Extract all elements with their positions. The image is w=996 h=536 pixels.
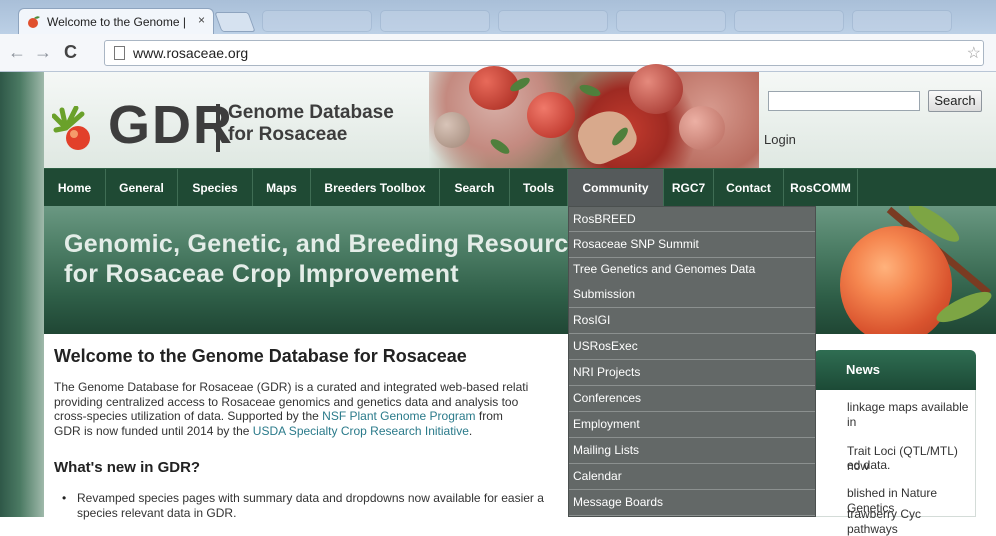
logo-subtitle-line2: for Rosaceae xyxy=(228,124,348,145)
menu-item-nri-projects[interactable]: NRI Projects xyxy=(569,360,815,386)
bullet-icon: • xyxy=(62,491,67,505)
main-nav: Home General Species Maps Breeders Toolb… xyxy=(44,168,996,207)
rosaceae-fruit-logo-icon xyxy=(52,106,90,150)
reload-icon[interactable]: C xyxy=(64,42,77,62)
forward-icon[interactable]: → xyxy=(34,42,52,62)
logo-subtitle-line1: Genome Database xyxy=(228,102,394,123)
site-search-input[interactable] xyxy=(768,91,920,111)
menu-item-conferences[interactable]: Conferences xyxy=(569,386,815,412)
nav-community[interactable]: Community xyxy=(568,169,664,207)
header-apple-photo xyxy=(429,64,759,170)
nav-breeders-toolbox[interactable]: Breeders Toolbox xyxy=(311,169,440,207)
nav-general[interactable]: General xyxy=(106,169,178,207)
bookmark-star-icon[interactable]: ☆ xyxy=(967,43,981,63)
intro-paragraph: The Genome Database for Rosaceae (GDR) i… xyxy=(54,380,529,438)
menu-item-snp-summit[interactable]: Rosaceae SNP Summit xyxy=(569,232,815,258)
menu-item-usrosexec[interactable]: USRosExec xyxy=(569,334,815,360)
menu-item-calendar[interactable]: Calendar xyxy=(569,464,815,490)
whats-new-item: Revamped species pages with summary data… xyxy=(77,491,544,520)
logo-divider xyxy=(216,104,220,152)
tab-close-icon[interactable]: × xyxy=(198,13,205,27)
banner-headline-line2: for Rosaceae Crop Improvement xyxy=(64,260,459,288)
menu-item-rosigi[interactable]: RosIGI xyxy=(569,308,815,334)
nav-contact[interactable]: Contact xyxy=(714,169,784,207)
peach-favicon-icon xyxy=(28,16,40,28)
menu-item-mailing-lists[interactable]: Mailing Lists xyxy=(569,438,815,464)
tab-strip: Welcome to the Genome | × xyxy=(0,0,996,34)
url-text: www.rosaceae.org xyxy=(133,45,249,61)
whats-new-heading: What's new in GDR? xyxy=(54,459,201,476)
site-header: GDR Genome Database for Rosaceae Search … xyxy=(44,64,996,170)
site-search-button[interactable]: Search xyxy=(928,90,982,112)
background-tabs xyxy=(262,10,962,32)
news-item[interactable]: linkage maps available in xyxy=(847,400,975,429)
news-box: linkage maps available in Trait Loci (QT… xyxy=(814,390,976,536)
nav-tools[interactable]: Tools xyxy=(510,169,568,207)
address-bar[interactable]: www.rosaceae.org ☆ xyxy=(104,40,984,66)
menu-item-employment[interactable]: Employment xyxy=(569,412,815,438)
menu-item-rosbreed[interactable]: RosBREED xyxy=(569,207,815,232)
browser-chrome: Welcome to the Genome | × ← → C www.rosa… xyxy=(0,0,996,72)
news-box-header: News xyxy=(814,350,976,390)
browser-tab[interactable]: Welcome to the Genome | × xyxy=(18,8,214,34)
nav-rgc7[interactable]: RGC7 xyxy=(664,169,714,207)
tab-title: Welcome to the Genome | xyxy=(47,15,186,29)
nsf-plant-genome-link[interactable]: NSF Plant Genome Program xyxy=(322,409,475,423)
banner-headline-line1: Genomic, Genetic, and Breeding Resources xyxy=(64,230,597,258)
welcome-heading: Welcome to the Genome Database for Rosac… xyxy=(54,346,467,366)
new-tab-button[interactable] xyxy=(214,12,256,32)
nav-species[interactable]: Species xyxy=(178,169,253,207)
nav-home[interactable]: Home xyxy=(44,169,106,207)
hero-banner: Genomic, Genetic, and Breeding Resources… xyxy=(44,206,996,334)
news-item[interactable]: trawberry Cyc pathways xyxy=(847,507,975,536)
page-icon xyxy=(114,46,125,60)
nav-roscomm[interactable]: RosCOMM xyxy=(784,169,858,207)
menu-item-tgg-data-submission[interactable]: Submission xyxy=(569,282,815,308)
nav-maps[interactable]: Maps xyxy=(253,169,311,207)
site-container: GDR Genome Database for Rosaceae Search … xyxy=(44,64,996,536)
menu-item-message-boards[interactable]: Message Boards xyxy=(569,490,815,516)
page-background: GDR Genome Database for Rosaceae Search … xyxy=(0,64,996,536)
community-dropdown-menu: RosBREED Rosaceae SNP Summit Tree Geneti… xyxy=(568,206,816,517)
nav-search[interactable]: Search xyxy=(440,169,510,207)
login-link[interactable]: Login xyxy=(764,132,796,147)
main-content: Welcome to the Genome Database for Rosac… xyxy=(44,334,996,536)
news-item[interactable]: ed data. xyxy=(847,458,975,473)
back-icon[interactable]: ← xyxy=(8,42,26,62)
usda-scri-link[interactable]: USDA Specialty Crop Research Initiative xyxy=(253,424,469,438)
menu-item-tgg-data[interactable]: Tree Genetics and Genomes Data xyxy=(569,258,815,282)
